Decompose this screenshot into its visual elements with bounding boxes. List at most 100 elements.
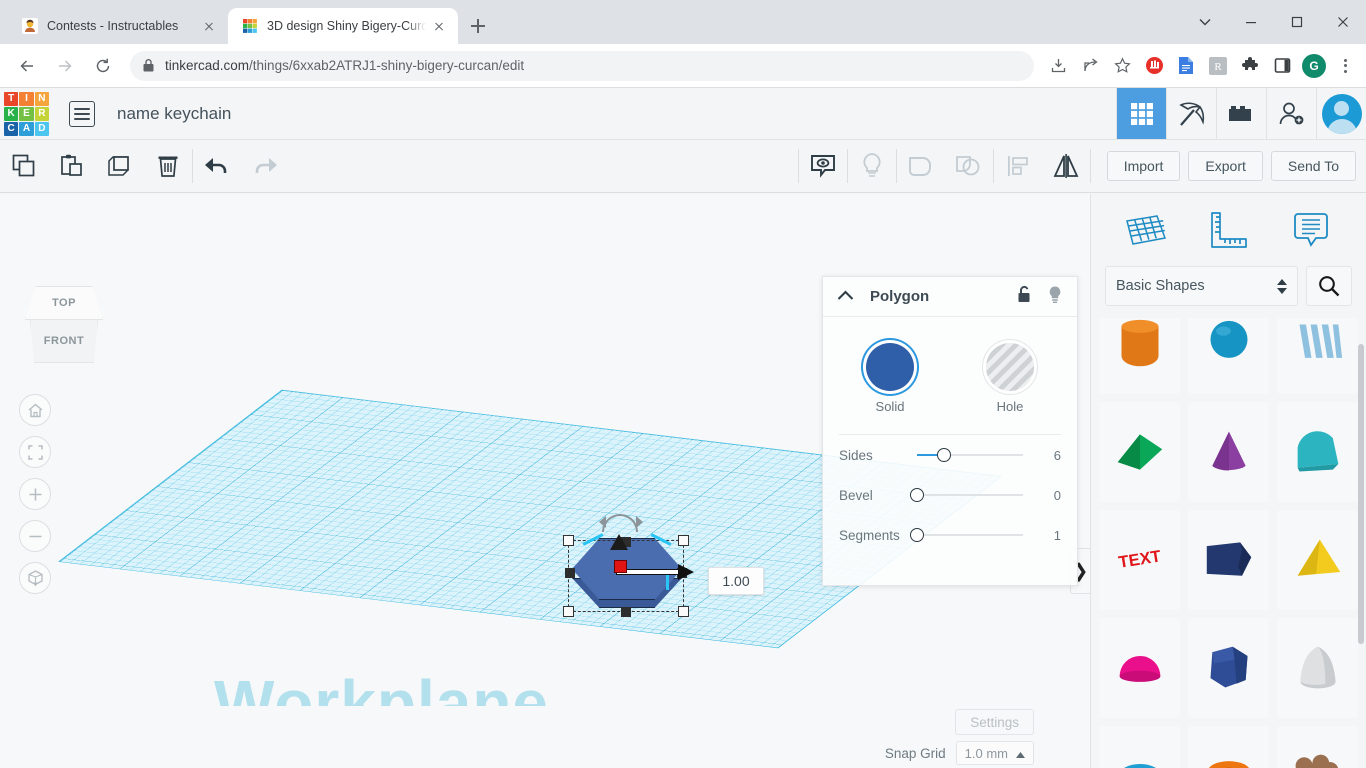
import-button[interactable]: Import	[1106, 151, 1181, 181]
slider-value[interactable]: 1	[1035, 528, 1061, 543]
resize-handle-corner[interactable]	[678, 606, 689, 617]
shape-item-scribble[interactable]	[1277, 318, 1358, 394]
shape-item-half-sphere[interactable]	[1099, 618, 1180, 718]
slider-value[interactable]: 0	[1035, 488, 1061, 503]
chrome-profile-avatar[interactable]: G	[1302, 53, 1326, 78]
origin-marker[interactable]	[614, 560, 627, 573]
undo-icon[interactable]	[193, 140, 241, 192]
brick-icon[interactable]	[1216, 88, 1266, 139]
shape-item-paraboloid[interactable]	[1277, 618, 1358, 718]
dimension-value-box[interactable]: 1.00	[708, 567, 764, 595]
solid-swatch[interactable]	[866, 343, 914, 391]
redo-icon[interactable]	[241, 140, 289, 192]
note-icon[interactable]	[1284, 205, 1338, 255]
design-title[interactable]: name keychain	[117, 104, 231, 124]
forward-arrow-icon[interactable]	[50, 51, 80, 81]
lightbulb-icon[interactable]	[848, 140, 896, 192]
resize-handle-corner[interactable]	[678, 535, 689, 546]
align-icon[interactable]	[994, 140, 1042, 192]
chevron-up-icon[interactable]	[837, 288, 854, 306]
mode-option-hole[interactable]: Hole	[978, 343, 1042, 414]
browser-tab-tinkercad[interactable]: 3D design Shiny Bigery-Curcan | T	[228, 8, 458, 44]
view-cube-top-face[interactable]: TOP	[25, 286, 103, 320]
hole-swatch[interactable]	[986, 343, 1034, 391]
kebab-menu-icon[interactable]	[1332, 53, 1358, 79]
reload-icon[interactable]	[88, 51, 118, 81]
minimize-icon[interactable]	[1228, 6, 1274, 38]
ungroup-icon[interactable]	[945, 140, 993, 192]
perspective-icon[interactable]	[19, 562, 51, 594]
shape-item-wedge[interactable]	[1099, 402, 1180, 502]
shape-item-cone[interactable]	[1188, 402, 1269, 502]
tab-close-icon[interactable]	[200, 17, 218, 35]
new-tab-button[interactable]	[464, 12, 492, 40]
slider-knob[interactable]	[910, 528, 924, 542]
delete-icon[interactable]	[144, 140, 192, 192]
shape-item-text[interactable]: TEXT	[1099, 510, 1180, 610]
search-icon[interactable]	[1306, 266, 1352, 306]
copy-icon[interactable]	[0, 140, 48, 192]
close-icon[interactable]	[1320, 6, 1366, 38]
home-icon[interactable]	[19, 394, 51, 426]
shapes-grid[interactable]: TEXT	[1091, 318, 1366, 768]
share-icon[interactable]	[1077, 53, 1103, 79]
download-icon[interactable]	[1045, 53, 1071, 79]
slider-value[interactable]: 6	[1035, 448, 1061, 463]
tab-search-chevron-icon[interactable]	[1182, 6, 1228, 38]
address-bar[interactable]: tinkercad.com/things/6xxab2ATRJ1-shiny-b…	[130, 50, 1034, 81]
back-arrow-icon[interactable]	[12, 51, 42, 81]
resize-handle-corner[interactable]	[563, 606, 574, 617]
shape-item-polygon[interactable]	[1188, 510, 1269, 610]
view-cube-front-face[interactable]: FRONT	[30, 319, 98, 363]
view-cube[interactable]: TOP FRONT	[25, 286, 103, 364]
selected-object-group[interactable]: 1.00	[560, 512, 764, 622]
shapes-scrollbar[interactable]	[1358, 344, 1364, 644]
group-icon[interactable]	[897, 140, 945, 192]
maximize-icon[interactable]	[1274, 6, 1320, 38]
fit-view-icon[interactable]	[19, 436, 51, 468]
height-handle-icon[interactable]	[610, 534, 628, 550]
export-button[interactable]: Export	[1188, 151, 1263, 181]
browser-tab-instructables[interactable]: Contests - Instructables	[8, 8, 228, 44]
lightbulb-icon[interactable]	[1047, 285, 1063, 309]
slider-knob[interactable]	[910, 488, 924, 502]
radius-drag-arrow-icon[interactable]	[616, 564, 694, 580]
mode-option-solid[interactable]: Solid	[858, 343, 922, 414]
shape-item-roof[interactable]	[1277, 402, 1358, 502]
note-icon[interactable]	[799, 140, 847, 192]
add-person-icon[interactable]	[1266, 88, 1316, 139]
bookmark-star-icon[interactable]	[1109, 53, 1135, 79]
mirror-icon[interactable]	[1042, 140, 1090, 192]
sidepanel-icon[interactable]	[1269, 53, 1295, 79]
shape-item-hexagonal-prism[interactable]	[1188, 618, 1269, 718]
zoom-out-icon[interactable]	[19, 520, 51, 552]
grid-icon[interactable]	[1116, 88, 1166, 139]
slider-knob[interactable]	[936, 448, 951, 462]
shape-category-select[interactable]: Basic Shapes	[1105, 266, 1298, 306]
settings-button[interactable]: Settings	[955, 709, 1034, 735]
shape-item-pyramid[interactable]	[1277, 510, 1358, 610]
workplane-icon[interactable]	[1119, 205, 1173, 255]
duplicate-icon[interactable]	[96, 140, 144, 192]
adblock-icon[interactable]	[1141, 53, 1167, 79]
send-to-button[interactable]: Send To	[1270, 151, 1356, 181]
resize-handle-corner[interactable]	[563, 535, 574, 546]
tinkercad-logo[interactable]: T I N K E R C A D	[4, 91, 49, 136]
resize-handle-edge[interactable]	[621, 607, 631, 617]
shape-item-tube[interactable]	[1188, 726, 1269, 768]
tab-close-icon[interactable]	[430, 17, 448, 35]
user-avatar[interactable]	[1316, 88, 1366, 139]
ruler-icon[interactable]	[1201, 205, 1255, 255]
zoom-in-icon[interactable]	[19, 478, 51, 510]
shape-item-cylinder[interactable]	[1099, 318, 1180, 394]
shape-item-torus[interactable]	[1099, 726, 1180, 768]
sides-slider[interactable]	[917, 447, 1023, 463]
grammarly-icon[interactable]: R	[1205, 53, 1231, 79]
project-menu-icon[interactable]	[69, 100, 95, 127]
segments-slider[interactable]	[910, 527, 1023, 543]
shape-item-heart[interactable]	[1277, 726, 1358, 768]
shape-item-sphere[interactable]	[1188, 318, 1269, 394]
pickaxe-icon[interactable]	[1166, 88, 1216, 139]
docs-icon[interactable]	[1173, 53, 1199, 79]
snap-grid-select[interactable]: 1.0 mm	[955, 741, 1034, 765]
